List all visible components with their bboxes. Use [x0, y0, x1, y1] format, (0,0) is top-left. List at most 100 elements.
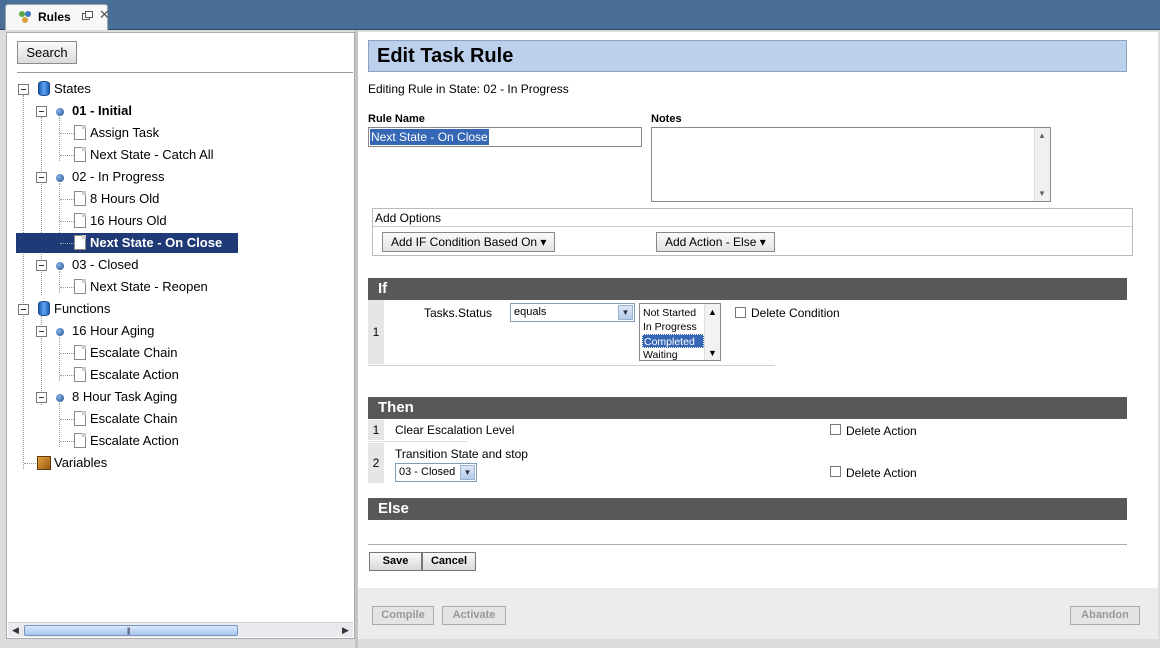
add-options-box: Add Options Add IF Condition Based On ▾ …: [372, 208, 1133, 256]
scroll-thumb[interactable]: |||: [24, 625, 238, 636]
tree-label: 01 - Initial: [72, 103, 132, 118]
tree-node-function[interactable]: 8 Hour Task Aging: [7, 387, 347, 407]
abandon-button[interactable]: Abandon: [1070, 606, 1140, 625]
condition-field: Tasks.Status: [424, 306, 493, 320]
tree-node-rule[interactable]: Next State - Reopen: [7, 277, 347, 297]
editing-state-text: Editing Rule in State: 02 - In Progress: [368, 82, 569, 96]
tree-label: 16 Hour Aging: [72, 323, 155, 338]
document-icon: [74, 433, 86, 448]
tab-label: Rules: [38, 10, 71, 24]
delete-action-label: Delete Action: [846, 424, 917, 438]
state-icon: [56, 108, 64, 116]
database-icon: [38, 301, 50, 316]
scroll-left-icon[interactable]: ◀: [9, 624, 22, 637]
delete-condition-checkbox[interactable]: [735, 307, 746, 318]
tree-line: [60, 419, 74, 420]
search-button[interactable]: Search: [17, 41, 77, 64]
delete-action-checkbox[interactable]: [830, 424, 841, 435]
chevron-down-icon[interactable]: ▼: [460, 465, 475, 480]
notes-textarea[interactable]: ▲ ▼: [651, 127, 1051, 202]
function-icon: [56, 328, 64, 336]
collapse-icon[interactable]: [36, 326, 47, 337]
tree-label: Next State - Reopen: [90, 279, 208, 294]
add-action-else-button[interactable]: Add Action - Else ▾: [656, 232, 775, 252]
tree-node-states[interactable]: States: [7, 79, 347, 99]
tree-node-rule[interactable]: Escalate Action: [7, 431, 347, 451]
tree-node-variables[interactable]: Variables: [7, 453, 347, 473]
tree-label: Escalate Chain: [90, 345, 178, 360]
rule-name-input[interactable]: Next State - On Close: [368, 127, 642, 147]
listbox-scrollbar[interactable]: ▲ ▼: [704, 304, 720, 360]
horizontal-scrollbar[interactable]: ◀ ||| ▶: [8, 622, 353, 637]
tree-node-rule[interactable]: Next State - Catch All: [7, 145, 347, 165]
collapse-icon[interactable]: [18, 84, 29, 95]
title-bar: Rules ✕: [0, 0, 1160, 30]
target-state-select[interactable]: 03 - Closed ▼: [395, 463, 477, 482]
action-number: 2: [368, 443, 384, 483]
list-option[interactable]: Waiting: [642, 348, 704, 362]
tree-line: [60, 287, 74, 288]
tree-label: 8 Hours Old: [90, 191, 160, 206]
scroll-down-icon[interactable]: ▼: [1038, 189, 1046, 198]
tree-node-state[interactable]: 03 - Closed: [7, 255, 347, 275]
action-number: 1: [368, 420, 384, 440]
collapse-icon[interactable]: [36, 172, 47, 183]
collapse-icon[interactable]: [18, 304, 29, 315]
tree-line: [60, 375, 74, 376]
document-icon: [74, 125, 86, 140]
tree-node-rule[interactable]: Escalate Chain: [7, 409, 347, 429]
tree-label: Escalate Chain: [90, 411, 178, 426]
footer-toolbar: Compile Activate Abandon: [358, 588, 1158, 639]
tree-line: [60, 155, 74, 156]
add-options-label: Add Options: [375, 211, 442, 225]
collapse-icon[interactable]: [36, 392, 47, 403]
list-option[interactable]: In Progress: [642, 320, 704, 334]
add-if-condition-button[interactable]: Add IF Condition Based On ▾: [382, 232, 556, 252]
tab-rules[interactable]: Rules ✕: [5, 4, 110, 30]
tree-node-functions[interactable]: Functions: [7, 299, 347, 319]
close-icon[interactable]: ✕: [99, 8, 110, 22]
function-icon: [56, 394, 64, 402]
save-button[interactable]: Save: [369, 552, 422, 571]
tree-node-rule[interactable]: 8 Hours Old: [7, 189, 347, 209]
state-icon: [56, 262, 64, 270]
tree-node-state[interactable]: 02 - In Progress: [7, 167, 347, 187]
tree-node-rule[interactable]: Escalate Chain: [7, 343, 347, 363]
divider: [368, 441, 468, 442]
target-state-value: 03 - Closed: [399, 466, 456, 478]
list-option[interactable]: Not Started: [642, 306, 704, 320]
collapse-icon[interactable]: [36, 260, 47, 271]
tree-label: Escalate Action: [90, 367, 179, 382]
scroll-right-icon[interactable]: ▶: [339, 624, 352, 637]
tree-node-rule[interactable]: 16 Hours Old: [7, 211, 347, 231]
activate-button[interactable]: Activate: [442, 606, 506, 625]
tree-label: 03 - Closed: [72, 257, 139, 272]
tree-node-rule-selected[interactable]: Next State - On Close: [16, 233, 238, 253]
scroll-up-icon[interactable]: ▲: [1038, 131, 1046, 140]
operator-select[interactable]: equals ▼: [510, 303, 635, 322]
list-option-selected[interactable]: Completed: [642, 334, 704, 348]
tree-node-state[interactable]: 01 - Initial: [7, 101, 347, 121]
delete-action-checkbox[interactable]: [830, 466, 841, 477]
tree-label: States: [54, 81, 91, 96]
cancel-button[interactable]: Cancel: [422, 552, 476, 571]
chevron-down-icon[interactable]: ▼: [618, 305, 633, 320]
tree-line: [60, 199, 74, 200]
compile-button[interactable]: Compile: [372, 606, 434, 625]
tree-label: Escalate Action: [90, 433, 179, 448]
tree-node-rule[interactable]: Escalate Action: [7, 365, 347, 385]
notes-scrollbar[interactable]: ▲ ▼: [1034, 128, 1050, 201]
package-icon: [37, 456, 51, 470]
tree-label: Assign Task: [90, 125, 160, 140]
restore-icon[interactable]: [82, 11, 93, 20]
scroll-up-icon[interactable]: ▲: [708, 307, 717, 317]
tree-node-rule[interactable]: Assign Task: [7, 123, 347, 143]
collapse-icon[interactable]: [36, 106, 47, 117]
tree-node-function[interactable]: 16 Hour Aging: [7, 321, 347, 341]
scroll-down-icon[interactable]: ▼: [708, 348, 717, 358]
divider: [373, 226, 1132, 227]
status-listbox[interactable]: Not Started In Progress Completed Waitin…: [639, 303, 721, 361]
state-icon: [56, 174, 64, 182]
divider: [368, 365, 775, 366]
tree-label: Variables: [54, 455, 108, 470]
